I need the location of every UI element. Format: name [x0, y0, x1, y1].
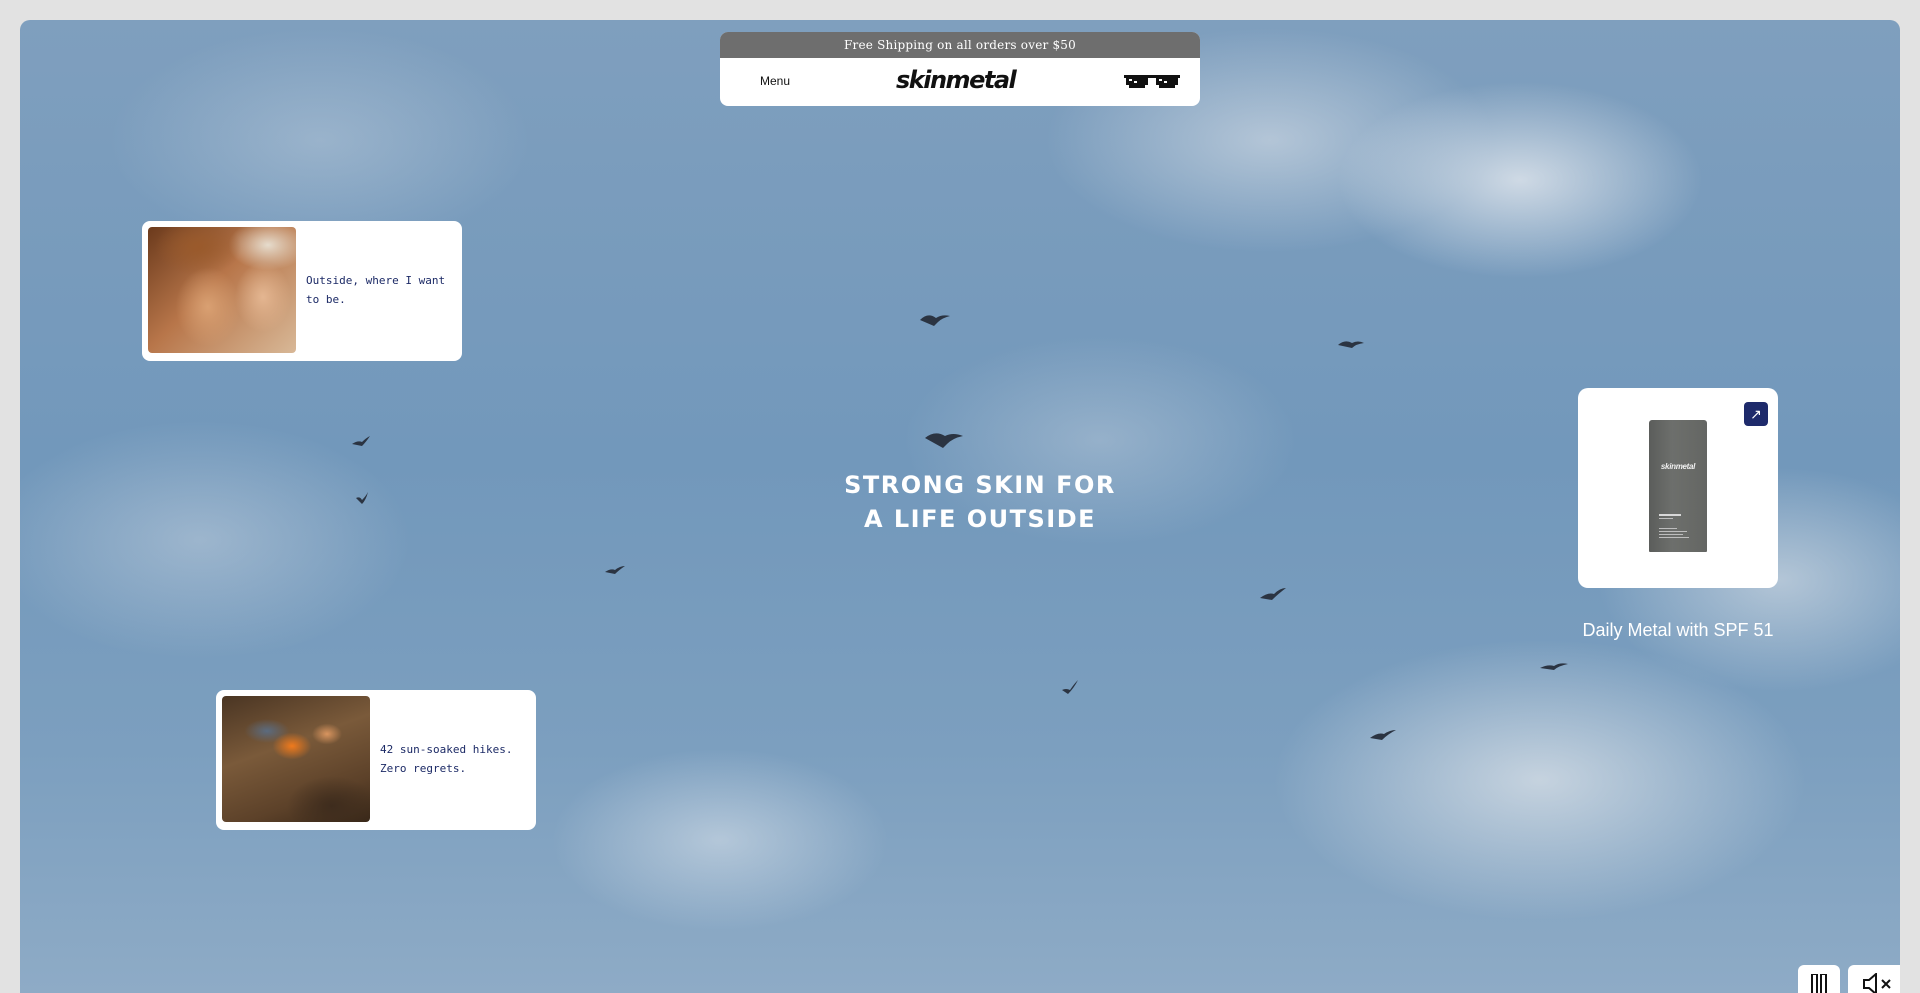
- free-shipping-banner: Free Shipping on all orders over $50: [720, 32, 1200, 58]
- story-caption: Outside, where I want to be.: [306, 274, 446, 306]
- story-card[interactable]: 42 sun-soaked hikes. Zero regrets.: [216, 690, 536, 830]
- product-pack-brand: skinmetal: [1660, 462, 1696, 471]
- pause-icon: [1811, 974, 1827, 993]
- hero-video-frame: Free Shipping on all orders over $50 Men…: [20, 20, 1900, 993]
- skinmetal-logo[interactable]: skinmetal: [896, 66, 1017, 94]
- arrow-up-right-icon[interactable]: ↗: [1744, 402, 1768, 426]
- hero-line: A LIFE OUTSIDE: [863, 505, 1097, 533]
- story-caption: 42 sun-soaked hikes. Zero regrets.: [380, 743, 513, 775]
- pause-button[interactable]: [1798, 965, 1840, 993]
- hero-headline: STRONG SKIN FOR A LIFE OUTSIDE: [800, 468, 1160, 536]
- product-image: skinmetal: [1649, 420, 1707, 552]
- menu-button[interactable]: Menu: [760, 74, 790, 88]
- site-header: Free Shipping on all orders over $50 Men…: [720, 32, 1200, 106]
- product-card[interactable]: ↗ skinmetal: [1578, 388, 1778, 588]
- hero-line: STRONG SKIN FOR: [844, 471, 1116, 499]
- mute-button[interactable]: [1848, 965, 1900, 993]
- story-photo-hiker: [222, 696, 370, 822]
- story-card[interactable]: Outside, where I want to be.: [142, 221, 462, 361]
- pixel-sunglasses-icon[interactable]: [1124, 75, 1180, 94]
- story-photo-couple: [148, 227, 296, 353]
- product-name[interactable]: Daily Metal with SPF 51: [1578, 620, 1778, 641]
- pack-text-lines: [1659, 514, 1689, 538]
- speaker-muted-icon: [1863, 973, 1891, 993]
- nav-bar: Menu skinmetal: [720, 58, 1200, 106]
